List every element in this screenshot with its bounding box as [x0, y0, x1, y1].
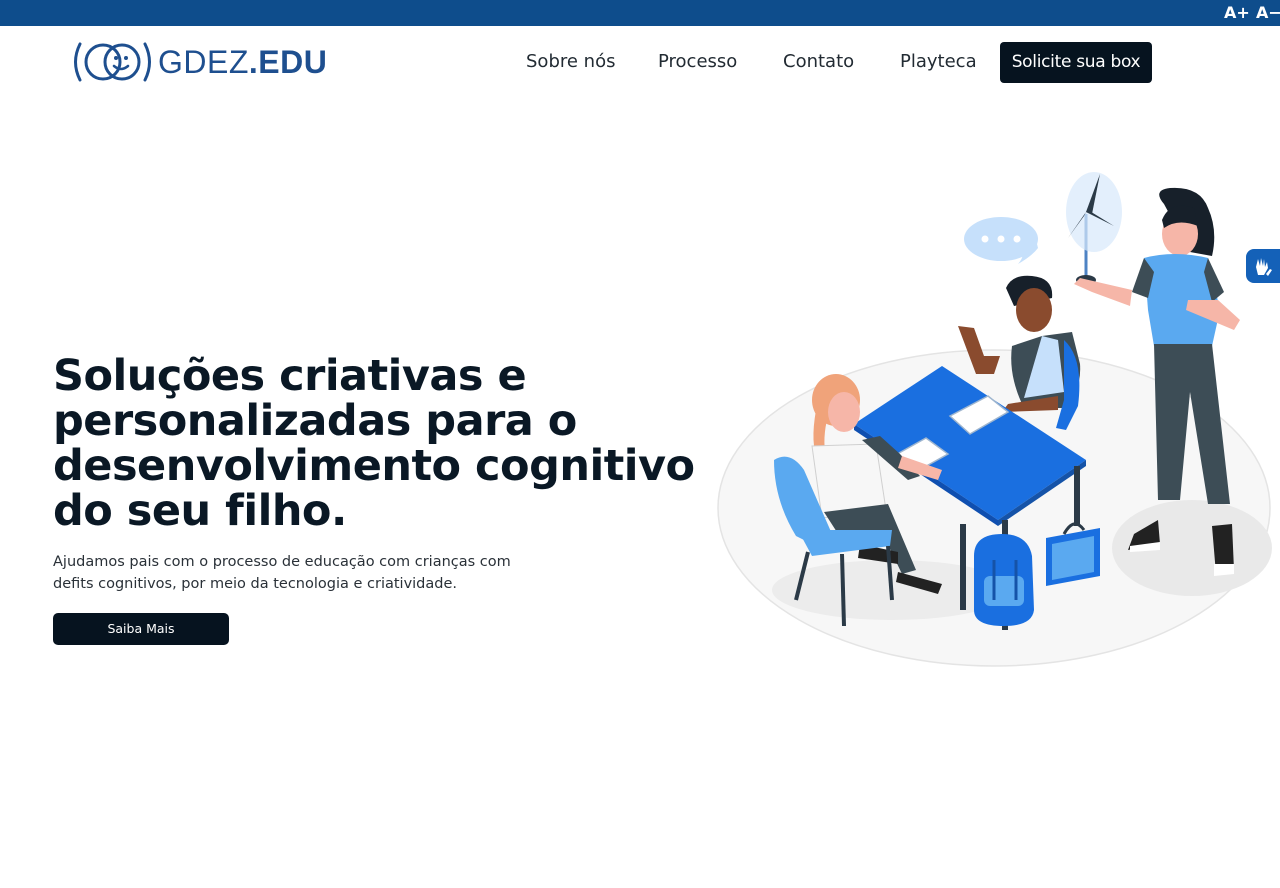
logo-text: GDEZ.EDU: [158, 40, 327, 84]
logo[interactable]: GDEZ.EDU: [70, 40, 327, 84]
sign-language-widget-button[interactable]: [1246, 249, 1280, 283]
logo-mark-icon: [74, 42, 151, 82]
nav-link-process[interactable]: Processo: [658, 50, 737, 74]
hero-title: Soluções criativas e personalizadas para…: [53, 351, 695, 536]
nav-link-playteca[interactable]: Playteca: [900, 50, 977, 74]
children-classroom-illustration-icon: [717, 172, 1272, 667]
top-bar: A+ A−: [0, 0, 1280, 26]
decrease-font-button[interactable]: A−: [1256, 2, 1280, 24]
hero-illustration: [712, 160, 1278, 672]
nav-link-about[interactable]: Sobre nós: [526, 50, 615, 74]
increase-font-button[interactable]: A+: [1224, 2, 1250, 24]
sign-language-hands-icon: [1256, 258, 1272, 276]
logo-text-plain: GDEZ: [158, 44, 249, 80]
hero-subtitle: Ajudamos pais com o processo de educação…: [53, 554, 511, 592]
header-navbar: GDEZ.EDU Sobre nós Processo Contato Play…: [0, 26, 1280, 100]
nav-link-contact[interactable]: Contato: [783, 50, 854, 74]
learn-more-button[interactable]: Saiba Mais: [53, 613, 229, 645]
logo-text-bold: .EDU: [248, 44, 328, 80]
request-box-button[interactable]: Solicite sua box: [1000, 42, 1152, 83]
